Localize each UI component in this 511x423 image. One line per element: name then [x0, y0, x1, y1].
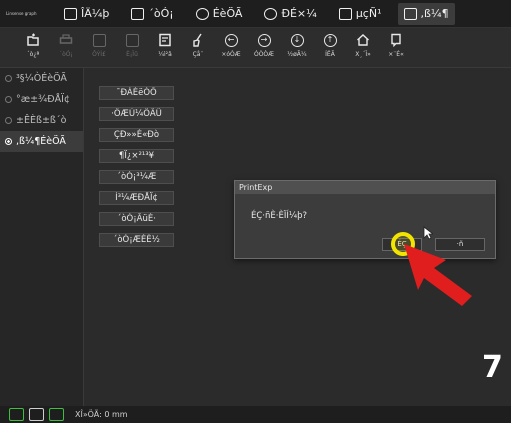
advanced-icon	[403, 7, 417, 20]
action-button[interactable]: ´òÓ¡ÂüÈ·	[99, 212, 174, 226]
up-arrow-icon: ↑	[322, 32, 338, 48]
action-button[interactable]: ´òÓ¡³¼Æ	[99, 170, 174, 184]
tool-label: ÍËÃ	[325, 51, 335, 58]
tool-print-button[interactable]: ´òÓ¡	[51, 32, 81, 58]
radio-icon	[5, 96, 12, 103]
sidebar-item-factory-settings[interactable]: ³§¼ÒÉèÖÃ	[0, 68, 83, 89]
menu-label: µçÑ¹	[355, 7, 382, 20]
tool-label: ÓÒÒÆ	[253, 51, 274, 58]
tool-label: Çå¨	[192, 51, 204, 58]
print-icon	[58, 32, 74, 48]
right-arrow-icon: →	[256, 32, 272, 48]
tool-label: È¡Ïû	[126, 51, 138, 58]
action-button-list: ¯ÐÁÈëÒÕ ·ÖÆÚ¼ÖÃÜ ÇÐ»»È«Ðò ¶Ï¿×²¹³¥ ´òÓ¡³…	[99, 86, 174, 254]
tool-clean-button[interactable]: Çå¨	[183, 32, 213, 58]
menu-tools[interactable]: ÐÉ×¼	[258, 3, 322, 25]
radio-selected-icon	[5, 138, 12, 145]
mouse-cursor-icon	[423, 226, 433, 240]
printer-icon	[131, 7, 145, 20]
power-icon	[338, 7, 352, 20]
menu-advanced[interactable]: ,ß¼¶	[397, 2, 455, 25]
step-number: 7	[482, 350, 503, 385]
pointer-arrow-icon	[404, 244, 472, 306]
menu-settings[interactable]: ÉèÖÃ	[190, 3, 249, 25]
tool-open-button[interactable]: ´ò¿ª	[18, 32, 48, 58]
tool-label: ×óÒÆ	[221, 51, 241, 58]
sidebar-item-label: ±ÊÈß±ß´ò	[16, 115, 67, 126]
menu-label: ÉèÖÃ	[212, 7, 243, 20]
menu-label: ,ß¼¶	[420, 7, 449, 20]
dialog-message: ÉÇ·ñÈ·ÈÏÍ¼þ?	[251, 211, 307, 221]
link-icon[interactable]	[9, 408, 24, 421]
app-logo: Linsense graph	[6, 11, 37, 16]
action-button[interactable]: Í³¼ÆÐÅÏ¢	[99, 191, 174, 205]
down-arrow-icon: ↓	[289, 32, 305, 48]
menu-bar: Linsense graph ÎÄ¼þ ´òÓ¡ ÉèÖÃ ÐÉ×¼ µçÑ¹ …	[0, 0, 511, 28]
tool-label: ´ò¿ª	[26, 51, 40, 58]
sidebar-item-advanced-settings[interactable]: ,ß¼¶ÉèÖÃ	[0, 131, 83, 152]
radio-icon	[5, 117, 12, 124]
menu-label: ÎÄ¼þ	[81, 7, 110, 20]
tools-icon	[264, 7, 278, 20]
radio-icon	[5, 75, 12, 82]
tool-retract-button[interactable]: ↑ ÍËÃ	[315, 32, 345, 58]
tool-label: ½øÃ¼	[287, 51, 307, 58]
menu-power[interactable]: µçÑ¹	[333, 3, 388, 25]
sidebar-item-version-info[interactable]: °æ±¾ÐÅÏ¢	[0, 89, 83, 110]
menu-label: ´òÓ¡	[148, 7, 174, 20]
tool-home-button[interactable]: X¸´Î»	[348, 32, 378, 58]
sidebar-item-label: °æ±¾ÐÅÏ¢	[16, 94, 70, 105]
tool-label: ÔÝÍ£	[92, 51, 106, 58]
action-button[interactable]: ¶Ï¿×²¹³¥	[99, 149, 174, 163]
sidebar-item-edge-print[interactable]: ±ÊÈß±ß´ò	[0, 110, 83, 131]
left-arrow-icon: ←	[223, 32, 239, 48]
menu-label: ÐÉ×¼	[281, 7, 317, 20]
menu-file[interactable]: ÎÄ¼þ	[58, 3, 115, 25]
action-button[interactable]: ÇÐ»»È«Ðò	[99, 128, 174, 142]
status-bar: XÎ»ÖÃ: 0 mm	[0, 406, 511, 423]
tool-label: ×¨É«	[388, 51, 404, 58]
menu-print[interactable]: ´òÓ¡	[125, 3, 179, 25]
tool-label: X¸´Î»	[355, 51, 371, 58]
tool-pause-button[interactable]: ÔÝÍ£	[84, 32, 114, 58]
color-icon	[388, 32, 404, 48]
device-icon[interactable]	[49, 408, 64, 421]
open-icon	[25, 32, 41, 48]
home-icon	[355, 32, 371, 48]
sidebar-item-label: ,ß¼¶ÉèÖÃ	[16, 136, 66, 147]
file-icon	[64, 7, 77, 20]
sidebar-item-label: ³§¼ÒÉèÖÃ	[16, 73, 67, 84]
cancel-icon	[124, 32, 140, 48]
action-button[interactable]: ´òÓ¡ÆÈÈ½	[99, 233, 174, 247]
pause-icon	[91, 32, 107, 48]
toolbar: ´ò¿ª ´òÓ¡ ÔÝÍ£ È¡Ïû ¼ì²â Çå¨ ← ×óÒÆ → ÓÒ…	[0, 28, 511, 68]
tool-color-button[interactable]: ×¨É«	[381, 32, 411, 58]
dialog-title: PrintExp	[235, 181, 495, 194]
action-button[interactable]: ¯ÐÁÈëÒÕ	[99, 86, 174, 100]
sidebar: ³§¼ÒÉèÖÃ °æ±¾ÐÅÏ¢ ±ÊÈß±ß´ò ,ß¼¶ÉèÖÃ	[0, 68, 84, 406]
clean-icon	[190, 32, 206, 48]
check-icon	[157, 32, 173, 48]
network-icon[interactable]	[29, 408, 44, 421]
tool-feed-button[interactable]: ↓ ½øÃ¼	[282, 32, 312, 58]
tool-move-left-button[interactable]: ← ×óÒÆ	[216, 32, 246, 58]
tool-cancel-button[interactable]: È¡Ïû	[117, 32, 147, 58]
tool-move-right-button[interactable]: → ÓÒÒÆ	[249, 32, 279, 58]
tool-label: ´òÓ¡	[59, 51, 73, 58]
position-readout: XÎ»ÖÃ: 0 mm	[75, 410, 128, 419]
tool-check-button[interactable]: ¼ì²â	[150, 32, 180, 58]
action-button[interactable]: ·ÖÆÚ¼ÖÃÜ	[99, 107, 174, 121]
tool-label: ¼ì²â	[158, 51, 172, 58]
settings-icon	[195, 7, 209, 20]
